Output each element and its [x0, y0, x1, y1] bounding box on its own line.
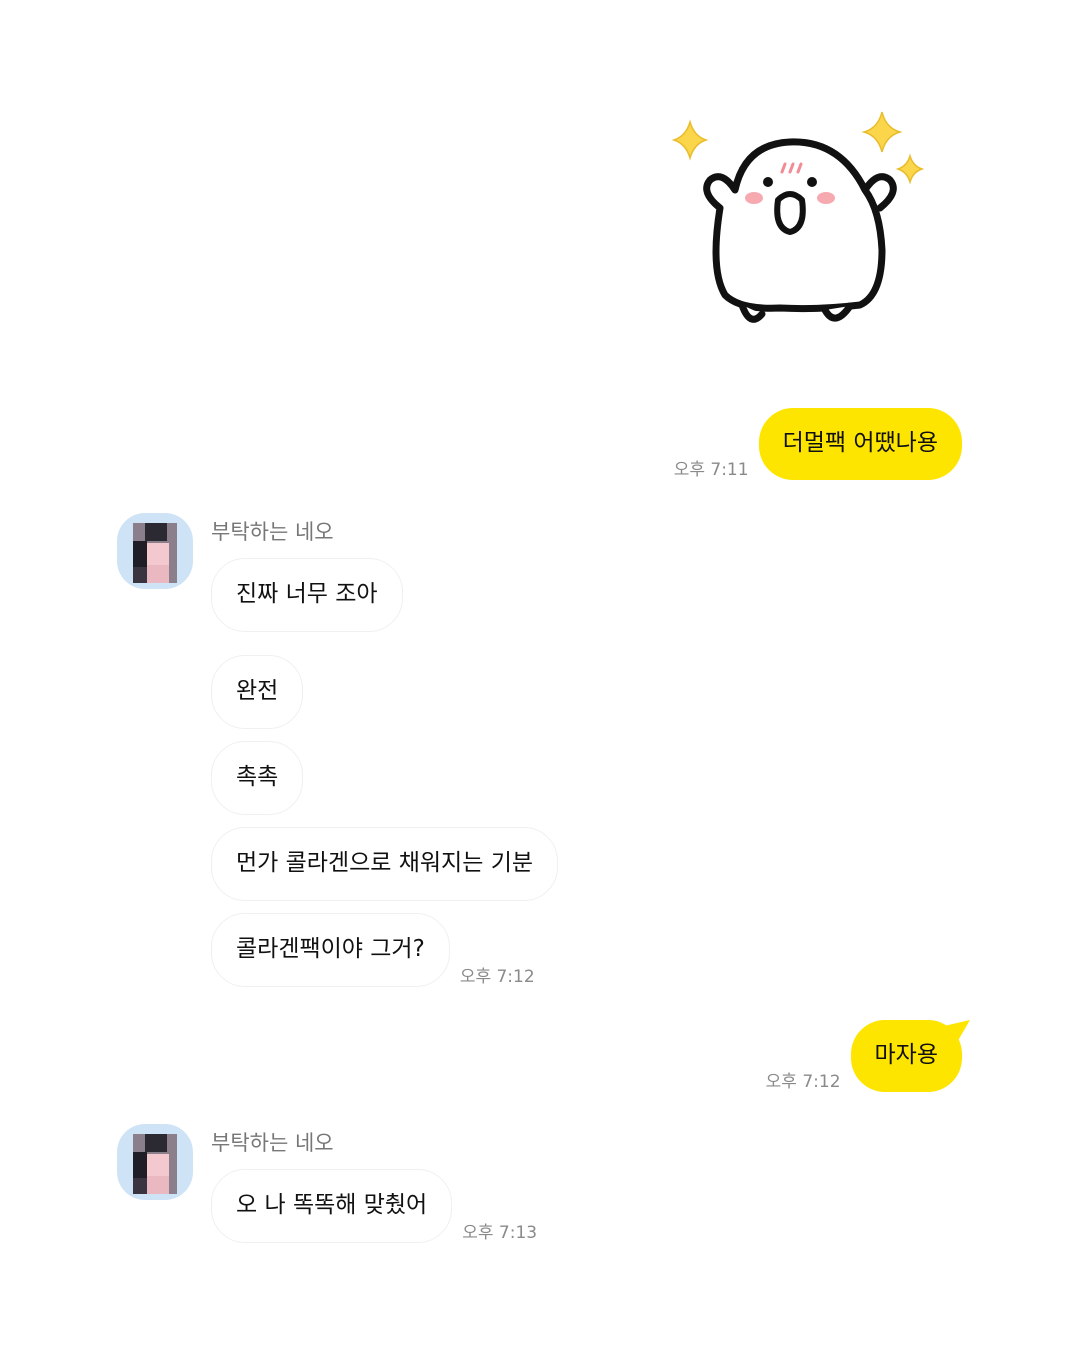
other-message-row: 먼가 콜라겐으로 채워지는 기분	[211, 827, 559, 901]
message-time: 오후 7:12	[459, 966, 535, 987]
bubble-tail-icon	[944, 1020, 970, 1044]
other-message-row: 완전	[211, 655, 304, 729]
avatar[interactable]	[117, 1124, 193, 1200]
my-message-row: 오후 7:12 마자용	[756, 1020, 962, 1092]
message-time: 오후 7:11	[673, 459, 749, 480]
other-message-bubble[interactable]: 촉촉	[211, 741, 304, 815]
other-message-row: 콜라겐팩이야 그거? 오후 7:12	[211, 913, 545, 987]
other-message-row: 진짜 너무 조아	[211, 558, 403, 632]
other-message-bubble[interactable]: 진짜 너무 조아	[211, 558, 403, 632]
other-message-row: 촉촉	[211, 741, 304, 815]
other-message-bubble[interactable]: 완전	[211, 655, 304, 729]
sender-name: 부탁하는 네오	[211, 1131, 334, 1155]
happy-mochi-sticker-icon[interactable]	[660, 100, 940, 340]
message-time: 오후 7:12	[765, 1071, 841, 1092]
message-time: 오후 7:13	[462, 1222, 538, 1243]
other-message-bubble[interactable]: 먼가 콜라겐으로 채워지는 기분	[211, 827, 559, 901]
other-message-row: 오 나 똑똑해 맞췄어 오후 7:13	[211, 1169, 547, 1243]
my-message-bubble[interactable]: 더멀팩 어땠나용	[758, 408, 962, 480]
chat-view: 오후 7:11 더멀팩 어땠나용 부탁하는 네오 진짜 너무 조아 완전 촉촉 …	[0, 0, 1080, 1350]
other-message-bubble[interactable]: 콜라겐팩이야 그거?	[211, 913, 450, 987]
other-message-bubble[interactable]: 오 나 똑똑해 맞췄어	[211, 1169, 453, 1243]
my-message-row: 오후 7:11 더멀팩 어땠나용	[664, 408, 962, 480]
sender-name: 부탁하는 네오	[211, 520, 334, 544]
avatar[interactable]	[117, 513, 193, 589]
